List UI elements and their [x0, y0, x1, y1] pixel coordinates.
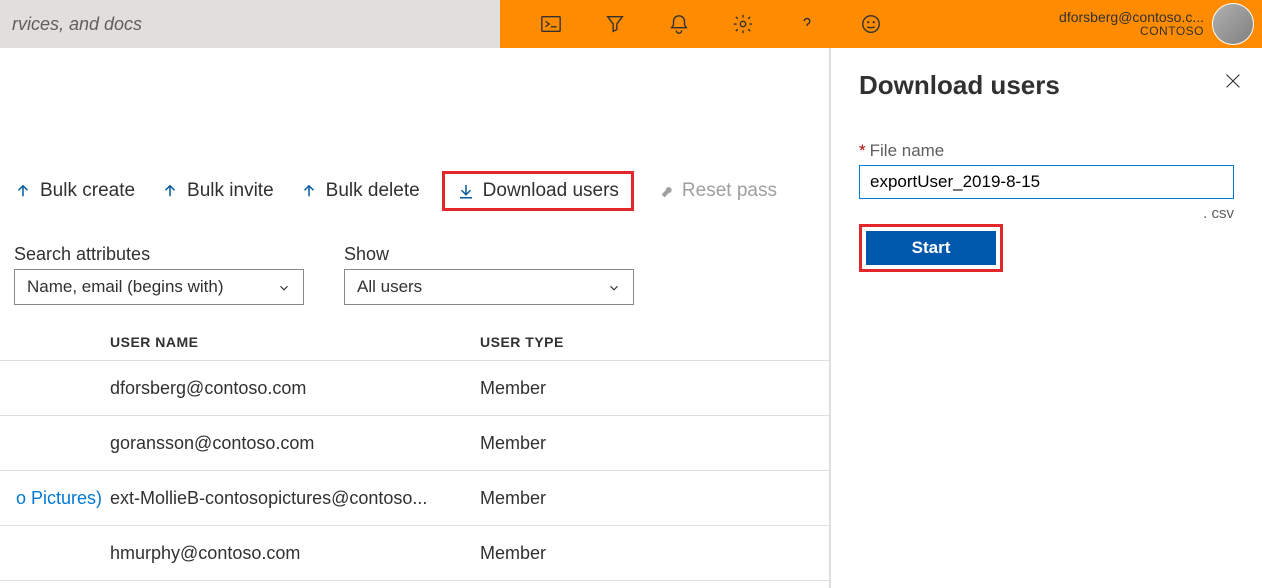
- bulk-create-button[interactable]: Bulk create: [14, 180, 135, 202]
- avatar: [1212, 3, 1254, 45]
- upload-icon: [161, 182, 179, 200]
- bulk-invite-button[interactable]: Bulk invite: [161, 180, 274, 202]
- show-label: Show: [344, 244, 634, 265]
- cell-user-type: Member: [480, 488, 680, 509]
- content-pane: Bulk create Bulk invite Bulk delete Down…: [0, 48, 830, 588]
- required-marker: *: [859, 141, 866, 160]
- top-icon-strip: [500, 0, 1059, 48]
- filter-row: Search attributes Name, email (begins wi…: [14, 244, 634, 305]
- search-attributes-label: Search attributes: [14, 244, 304, 265]
- settings-icon[interactable]: [732, 13, 754, 35]
- file-name-input[interactable]: [859, 165, 1234, 199]
- main-area: Bulk create Bulk invite Bulk delete Down…: [0, 48, 1262, 588]
- account-block[interactable]: dforsberg@contoso.c... CONTOSO: [1059, 0, 1262, 48]
- feedback-icon[interactable]: [860, 13, 882, 35]
- cell-user-name: goransson@contoso.com: [110, 433, 480, 454]
- bulk-create-label: Bulk create: [40, 180, 135, 202]
- cell-user-type: Member: [480, 543, 680, 564]
- key-icon: [656, 182, 674, 200]
- chevron-down-icon: [277, 280, 291, 294]
- bulk-delete-button[interactable]: Bulk delete: [300, 180, 420, 202]
- show-value: All users: [357, 277, 422, 297]
- bulk-delete-label: Bulk delete: [326, 180, 420, 202]
- panel-title: Download users: [859, 70, 1234, 101]
- download-users-button[interactable]: Download users: [442, 171, 634, 211]
- cell-user-type: Member: [480, 378, 680, 399]
- download-users-panel: Download users *File name . csv Start: [830, 48, 1262, 588]
- reset-password-button: Reset pass: [656, 180, 777, 202]
- close-icon: [1222, 70, 1244, 92]
- notifications-icon[interactable]: [668, 13, 690, 35]
- table-row[interactable]: o Pictures) ext-MollieB-contosopictures@…: [0, 471, 829, 526]
- file-name-label: *File name: [859, 141, 1234, 161]
- cell-user-name: hmurphy@contoso.com: [110, 543, 480, 564]
- directory-filter-icon[interactable]: [604, 13, 626, 35]
- column-user-type[interactable]: USER TYPE: [480, 334, 680, 350]
- close-panel-button[interactable]: [1222, 70, 1244, 92]
- cell-user-type: Member: [480, 433, 680, 454]
- account-tenant: CONTOSO: [1059, 25, 1204, 38]
- users-table: USER NAME USER TYPE dforsberg@contoso.co…: [0, 324, 829, 581]
- download-users-label: Download users: [483, 180, 619, 202]
- column-user-name[interactable]: USER NAME: [110, 334, 480, 350]
- search-attributes-group: Search attributes Name, email (begins wi…: [14, 244, 304, 305]
- cloud-shell-icon[interactable]: [540, 13, 562, 35]
- search-input[interactable]: [0, 0, 500, 48]
- table-header: USER NAME USER TYPE: [0, 324, 829, 361]
- bulk-invite-label: Bulk invite: [187, 180, 274, 202]
- cell-user-name: ext-MollieB-contosopictures@contoso...: [110, 488, 480, 509]
- help-icon[interactable]: [796, 13, 818, 35]
- download-icon: [457, 182, 475, 200]
- reset-password-label: Reset pass: [682, 180, 777, 202]
- start-button-highlight: Start: [859, 224, 1003, 272]
- file-extension-label: . csv: [859, 205, 1234, 222]
- search-attributes-value: Name, email (begins with): [27, 277, 224, 297]
- start-button[interactable]: Start: [866, 231, 996, 265]
- search-attributes-select[interactable]: Name, email (begins with): [14, 269, 304, 305]
- account-text: dforsberg@contoso.c... CONTOSO: [1059, 10, 1204, 39]
- chevron-down-icon: [607, 280, 621, 294]
- global-search: [0, 0, 500, 48]
- command-bar: Bulk create Bulk invite Bulk delete Down…: [14, 180, 777, 202]
- table-row[interactable]: goransson@contoso.com Member: [0, 416, 829, 471]
- table-row[interactable]: dforsberg@contoso.com Member: [0, 361, 829, 416]
- top-bar: dforsberg@contoso.c... CONTOSO: [0, 0, 1262, 48]
- table-row[interactable]: hmurphy@contoso.com Member: [0, 526, 829, 581]
- account-email: dforsberg@contoso.c...: [1059, 10, 1204, 25]
- show-select[interactable]: All users: [344, 269, 634, 305]
- upload-icon: [300, 182, 318, 200]
- cell-user-name: dforsberg@contoso.com: [110, 378, 480, 399]
- show-group: Show All users: [344, 244, 634, 305]
- upload-icon: [14, 182, 32, 200]
- row-prefix: o Pictures): [0, 488, 110, 509]
